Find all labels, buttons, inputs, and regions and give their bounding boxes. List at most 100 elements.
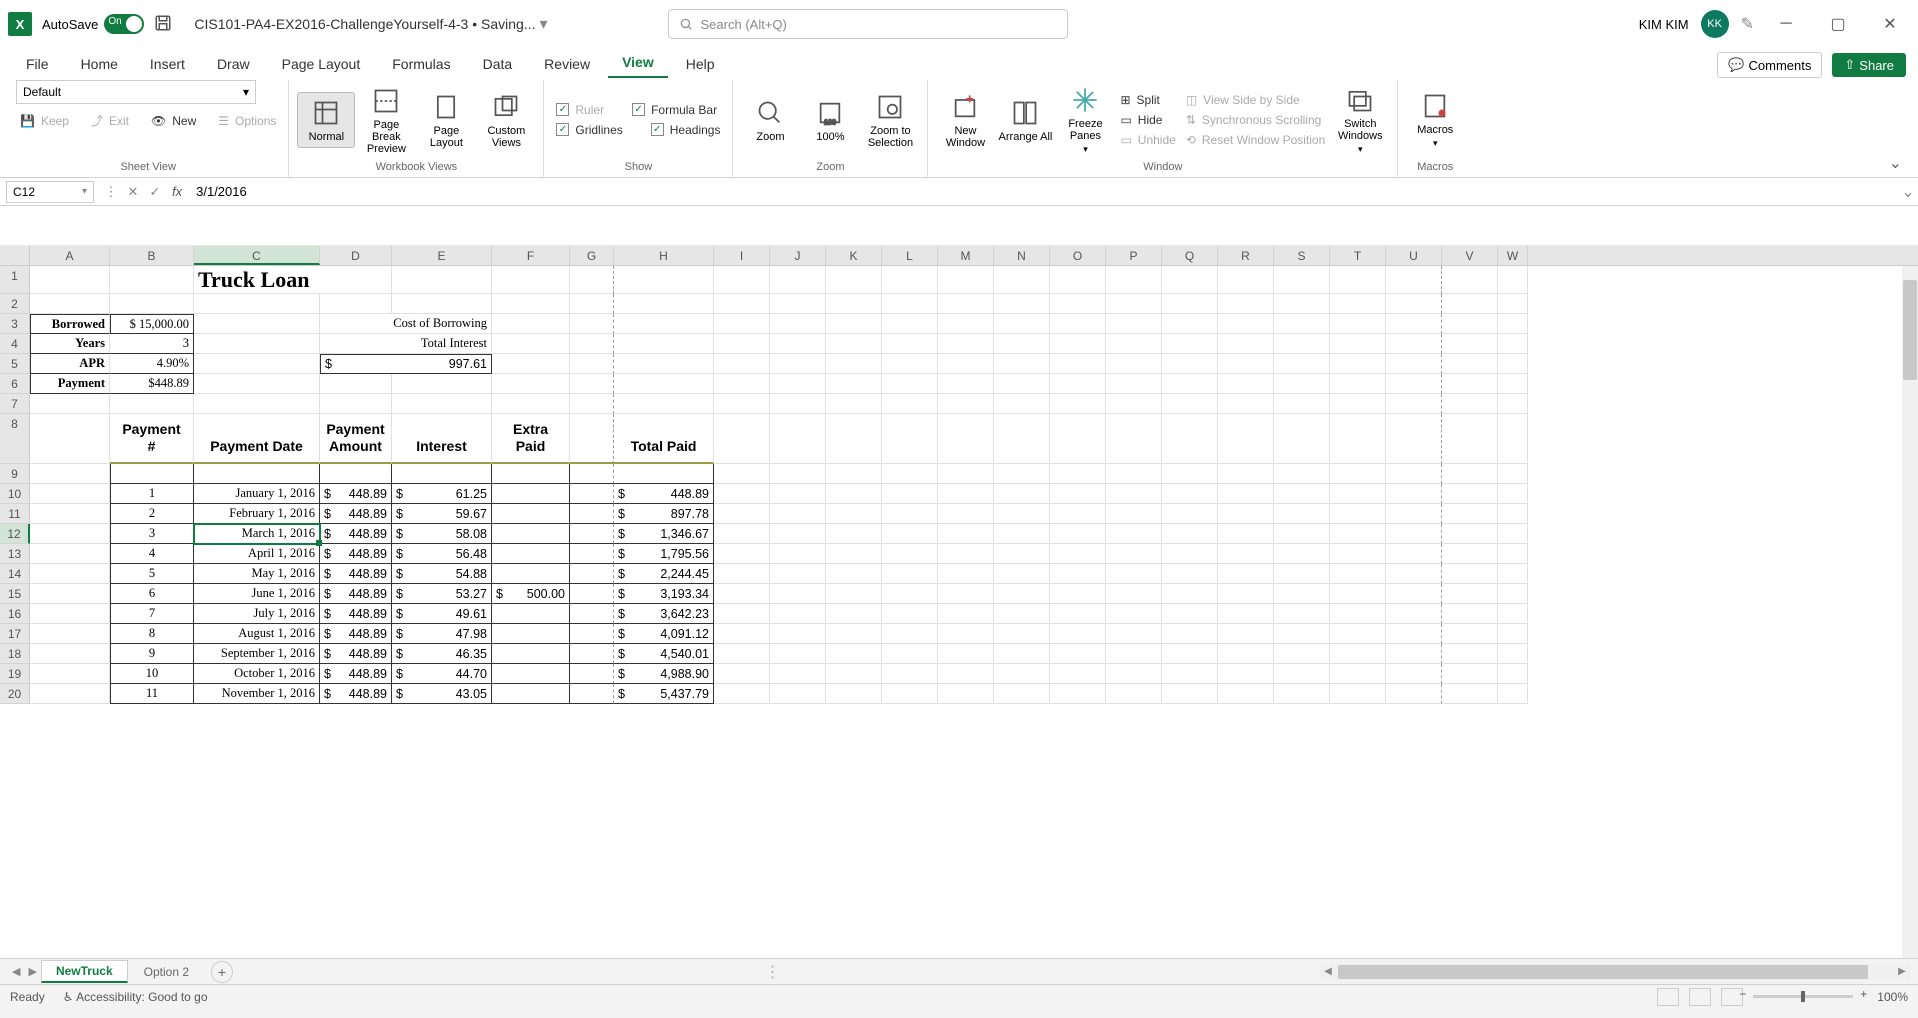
cell[interactable] bbox=[994, 664, 1050, 684]
cell[interactable] bbox=[882, 604, 938, 624]
total-paid[interactable]: $897.78 bbox=[614, 504, 714, 524]
total-paid[interactable]: $448.89 bbox=[614, 484, 714, 504]
row-header-19[interactable]: 19 bbox=[0, 664, 30, 684]
total-interest-label[interactable]: Total Interest bbox=[320, 334, 492, 354]
tab-nav-next-icon[interactable]: ▶ bbox=[24, 965, 40, 978]
cell[interactable] bbox=[1442, 524, 1498, 544]
page-layout-status-button[interactable] bbox=[1689, 988, 1711, 1006]
cell[interactable] bbox=[570, 484, 614, 504]
cell[interactable] bbox=[570, 294, 614, 314]
cell[interactable] bbox=[1274, 684, 1330, 704]
cell[interactable] bbox=[1050, 374, 1106, 394]
cell[interactable] bbox=[1386, 294, 1442, 314]
cell[interactable] bbox=[826, 504, 882, 524]
cell[interactable] bbox=[1330, 524, 1386, 544]
collapse-ribbon-button[interactable]: ⌄ bbox=[1881, 149, 1910, 177]
cell[interactable] bbox=[994, 524, 1050, 544]
payment-num[interactable]: 1 bbox=[110, 484, 194, 504]
cell[interactable] bbox=[1442, 564, 1498, 584]
tab-data[interactable]: Data bbox=[469, 50, 527, 78]
interest[interactable]: $54.88 bbox=[392, 564, 492, 584]
payment-amount[interactable]: $448.89 bbox=[320, 524, 392, 544]
cell[interactable] bbox=[994, 334, 1050, 354]
col-header-C[interactable]: C bbox=[194, 246, 320, 265]
cell[interactable] bbox=[1442, 484, 1498, 504]
cell[interactable] bbox=[826, 624, 882, 644]
comments-button[interactable]: 💬Comments bbox=[1717, 52, 1822, 78]
cell[interactable] bbox=[1106, 584, 1162, 604]
total-paid[interactable]: $2,244.45 bbox=[614, 564, 714, 584]
cell[interactable] bbox=[1274, 464, 1330, 484]
cell[interactable] bbox=[1330, 664, 1386, 684]
cell[interactable] bbox=[994, 354, 1050, 374]
cell[interactable] bbox=[1330, 354, 1386, 374]
cell[interactable] bbox=[770, 604, 826, 624]
cell[interactable] bbox=[570, 394, 614, 414]
cell[interactable] bbox=[1162, 484, 1218, 504]
name-box[interactable]: C12▾ bbox=[6, 181, 94, 203]
hdr-payment-date[interactable]: Payment Date bbox=[194, 414, 320, 464]
cell[interactable] bbox=[770, 464, 826, 484]
cell[interactable] bbox=[492, 354, 570, 374]
cell[interactable] bbox=[882, 354, 938, 374]
cell[interactable] bbox=[570, 266, 614, 294]
cell[interactable] bbox=[1274, 414, 1330, 464]
payment-num[interactable]: 5 bbox=[110, 564, 194, 584]
cell[interactable] bbox=[1386, 354, 1442, 374]
cell[interactable] bbox=[938, 504, 994, 524]
cell[interactable] bbox=[1442, 624, 1498, 644]
cell[interactable] bbox=[492, 374, 570, 394]
cell[interactable] bbox=[30, 644, 110, 664]
cell[interactable] bbox=[994, 584, 1050, 604]
cell[interactable] bbox=[392, 266, 492, 294]
new-view-button[interactable]: 👁New bbox=[147, 110, 200, 131]
minimize-button[interactable]: ─ bbox=[1766, 9, 1806, 39]
cell[interactable] bbox=[1106, 294, 1162, 314]
cell[interactable] bbox=[570, 684, 614, 704]
col-header-S[interactable]: S bbox=[1274, 246, 1330, 265]
cell[interactable] bbox=[1442, 394, 1498, 414]
cell[interactable] bbox=[938, 544, 994, 564]
cell[interactable] bbox=[882, 266, 938, 294]
payment-date[interactable]: February 1, 2016 bbox=[194, 504, 320, 524]
sheet-tab-newtruck[interactable]: NewTruck bbox=[41, 960, 128, 983]
cell[interactable] bbox=[570, 334, 614, 354]
cell[interactable] bbox=[570, 464, 614, 484]
cell[interactable] bbox=[1218, 354, 1274, 374]
normal-view-status-button[interactable] bbox=[1657, 988, 1679, 1006]
cell[interactable] bbox=[1386, 544, 1442, 564]
cell[interactable] bbox=[1386, 504, 1442, 524]
expand-formula-bar-icon[interactable]: ⌄ bbox=[1898, 182, 1918, 202]
cell[interactable] bbox=[1442, 314, 1498, 334]
cell[interactable] bbox=[714, 354, 770, 374]
cell[interactable] bbox=[1330, 624, 1386, 644]
cell[interactable] bbox=[30, 294, 110, 314]
cell[interactable] bbox=[614, 266, 714, 294]
cell[interactable] bbox=[570, 504, 614, 524]
cell[interactable] bbox=[1274, 394, 1330, 414]
cell[interactable] bbox=[1218, 464, 1274, 484]
cell[interactable] bbox=[1162, 334, 1218, 354]
cell[interactable] bbox=[1330, 504, 1386, 524]
cell[interactable] bbox=[714, 624, 770, 644]
cell[interactable] bbox=[714, 394, 770, 414]
cell[interactable] bbox=[770, 644, 826, 664]
vertical-scrollbar[interactable] bbox=[1902, 266, 1918, 958]
cell[interactable] bbox=[770, 414, 826, 464]
cell[interactable] bbox=[1050, 354, 1106, 374]
cell[interactable] bbox=[1498, 624, 1528, 644]
tab-help[interactable]: Help bbox=[672, 50, 729, 78]
zoom-100-button[interactable]: 100100% bbox=[801, 93, 859, 147]
cell[interactable] bbox=[1274, 266, 1330, 294]
formula-input[interactable]: 3/1/2016 bbox=[188, 184, 1898, 199]
cell[interactable] bbox=[1218, 374, 1274, 394]
cell[interactable] bbox=[882, 414, 938, 464]
cell[interactable] bbox=[1274, 294, 1330, 314]
cell[interactable] bbox=[1162, 584, 1218, 604]
hide-button[interactable]: ▭Hide bbox=[1116, 111, 1179, 129]
cell[interactable] bbox=[30, 684, 110, 704]
cell[interactable] bbox=[30, 564, 110, 584]
cell[interactable] bbox=[1106, 664, 1162, 684]
cell[interactable] bbox=[1442, 544, 1498, 564]
col-header-J[interactable]: J bbox=[770, 246, 826, 265]
